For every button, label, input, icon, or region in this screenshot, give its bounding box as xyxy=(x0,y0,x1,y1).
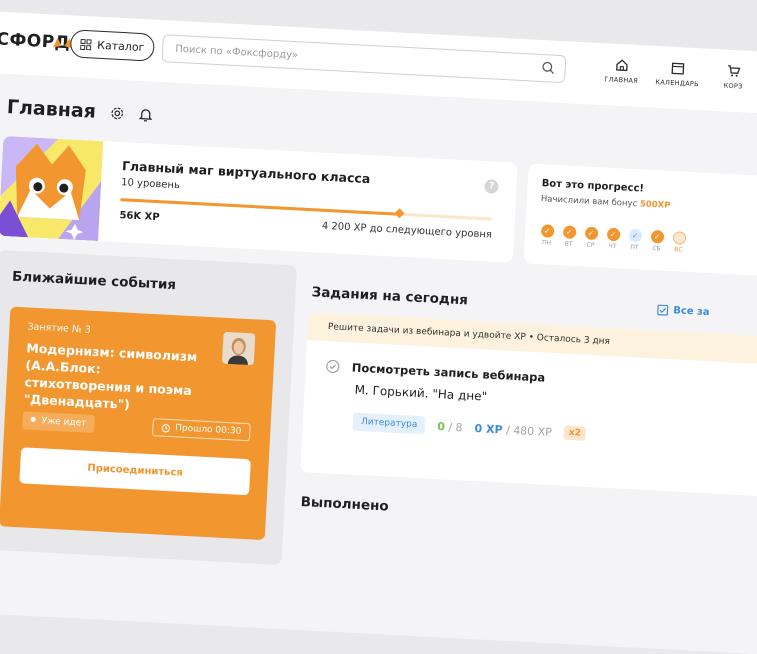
events-panel: Ближайшие события Занятие № 3 Модернизм:… xyxy=(0,250,297,565)
status-badge: Уже идет xyxy=(22,411,95,433)
check-icon: ✓ xyxy=(540,224,554,238)
main-content: Главная xyxy=(0,72,757,654)
grid-icon xyxy=(80,38,92,50)
check-icon: ✓ xyxy=(606,228,620,242)
bonus-prefix: Начислили вам бонус xyxy=(541,194,638,209)
checkbox-icon xyxy=(657,304,669,316)
elapsed-badge: Прошло 00:30 xyxy=(152,418,251,441)
level-progress-fill xyxy=(120,198,399,216)
bell-icon[interactable] xyxy=(138,106,153,122)
level-card: Главный маг виртуального класса 10 урове… xyxy=(0,136,518,263)
day-4: ✓ЧТ xyxy=(604,228,621,251)
search-box[interactable] xyxy=(162,34,567,83)
task-xp: 0 XP / 480 XP xyxy=(474,421,552,438)
done-heading: Выполнено xyxy=(300,494,389,515)
day-label: СР xyxy=(586,242,594,249)
events-heading: Ближайшие события xyxy=(12,269,177,294)
task-row[interactable]: Посмотреть запись вебинара xyxy=(325,359,545,384)
home-icon xyxy=(615,58,630,73)
all-tasks-label: Все за xyxy=(673,305,710,318)
streak-card: Вот это прогресс! Начислили вам бонус 50… xyxy=(524,163,757,276)
day-5: ✓ПТ xyxy=(626,229,643,252)
day-6: ✓СБ xyxy=(648,230,665,253)
day-label: ПТ xyxy=(630,244,639,251)
day-label: ПН xyxy=(542,239,551,246)
catalog-button[interactable]: Каталог xyxy=(70,29,155,61)
task-xp-done: 0 XP xyxy=(474,421,503,435)
streak-title: Вот это прогресс! xyxy=(541,178,644,194)
check-icon: ✓ xyxy=(562,225,576,239)
nav-home[interactable]: ГЛАВНАЯ xyxy=(593,57,650,86)
task-xp-total: / 480 XP xyxy=(506,423,552,438)
task-subtitle: М. Горький. "На дне" xyxy=(354,383,487,404)
check-circle-icon[interactable] xyxy=(325,359,340,374)
next-level-text: 4 200 XP до следующего уровня xyxy=(322,221,493,241)
elapsed-text: Прошло 00:30 xyxy=(175,419,242,440)
multiplier-badge: x2 xyxy=(564,426,587,441)
day-label: ВС xyxy=(674,246,683,253)
day-2: ✓ВТ xyxy=(560,225,577,248)
all-tasks-link[interactable]: Все за xyxy=(657,304,710,318)
task-count: 0 / 8 xyxy=(437,420,463,434)
event-label: Занятие № 3 xyxy=(27,321,91,335)
subject-tag[interactable]: Литература xyxy=(353,413,426,435)
app-window: СФОРД Каталог xyxy=(0,10,757,652)
clock-icon xyxy=(161,423,170,432)
join-button[interactable]: Присоединиться xyxy=(19,447,251,495)
day-1: ✓ПН xyxy=(538,224,555,247)
tasks-heading: Задания на сегодня xyxy=(311,284,468,308)
day-7: ВС xyxy=(670,231,687,254)
check-icon: ✓ xyxy=(584,226,598,240)
day-label: ВТ xyxy=(564,240,572,247)
search-input[interactable] xyxy=(173,43,517,74)
catalog-label: Каталог xyxy=(97,38,145,53)
task-card[interactable]: Решите задачи из вебинара и удвойте XP •… xyxy=(300,312,757,496)
cart-icon xyxy=(726,64,741,79)
task-banner: Решите задачи из вебинара и удвойте XP •… xyxy=(307,312,757,365)
search-icon[interactable] xyxy=(541,61,555,75)
day-label: ЧТ xyxy=(608,243,616,250)
nav-cart-label: КОРЗ xyxy=(723,82,742,91)
day-label: СБ xyxy=(652,245,661,252)
nav-home-label: ГЛАВНАЯ xyxy=(604,75,638,85)
level-xp: 56K XP xyxy=(119,210,160,223)
event-card[interactable]: Занятие № 3 Модернизм: символизм (А.А.Бл… xyxy=(0,307,276,541)
bonus-value: 500XP xyxy=(640,199,671,211)
level-progress-bar xyxy=(120,198,492,220)
streak-bonus: Начислили вам бонус 500XP xyxy=(541,194,671,211)
gear-icon[interactable] xyxy=(109,105,125,121)
calendar-icon xyxy=(671,61,686,76)
check-icon: ✓ xyxy=(628,229,642,243)
nav-cart[interactable]: КОРЗ xyxy=(705,63,757,92)
help-icon[interactable]: ? xyxy=(484,179,499,194)
check-icon: ✓ xyxy=(650,230,664,244)
task-name: Посмотреть запись вебинара xyxy=(351,360,545,384)
page-title: Главная xyxy=(6,96,96,123)
fox-mascot-illustration xyxy=(0,136,103,241)
day-3: ✓ СР xyxy=(582,226,599,249)
task-meta: Литература 0 / 8 0 XP / 480 XP x2 xyxy=(353,413,587,443)
logo[interactable]: СФОРД xyxy=(0,29,71,53)
task-count-done: 0 xyxy=(437,420,445,433)
level-number: 10 уровень xyxy=(121,177,180,191)
nav-calendar-label: КАЛЕНДАРЬ xyxy=(655,78,699,88)
task-count-total: / 8 xyxy=(448,420,463,434)
page-title-row: Главная xyxy=(6,96,153,126)
nav-calendar[interactable]: КАЛЕНДАРЬ xyxy=(649,60,706,89)
week-days: ✓ПН✓ВТ✓СР✓ЧТ✓ПТ✓СБВС xyxy=(538,224,687,254)
day-empty-icon xyxy=(672,231,686,245)
event-title: Модернизм: символизм (А.А.Блок: стихотво… xyxy=(23,339,211,417)
teacher-avatar xyxy=(222,332,256,366)
